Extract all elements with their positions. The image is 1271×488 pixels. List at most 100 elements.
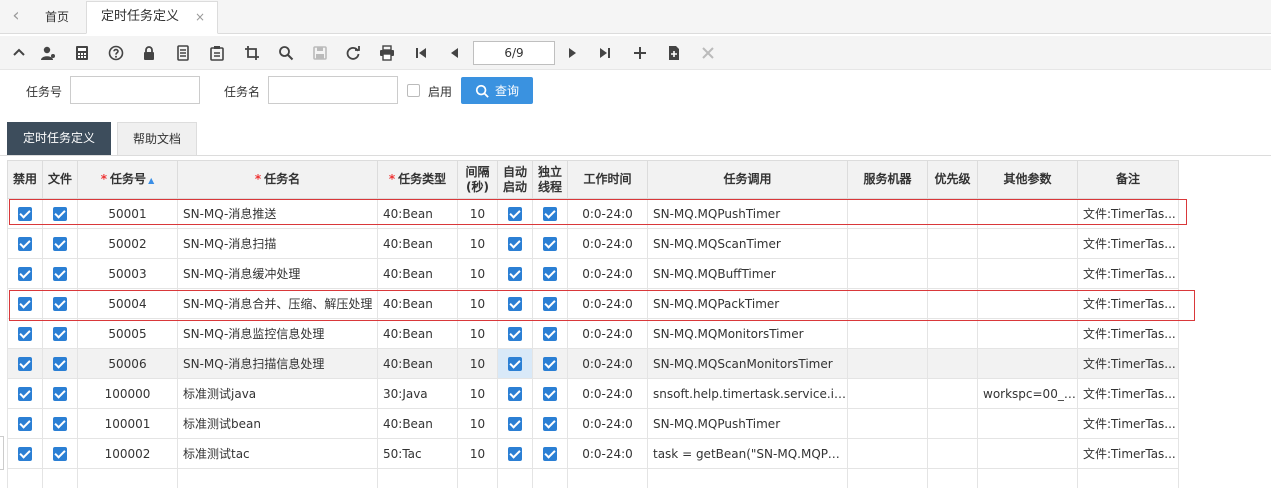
cell-priority[interactable] bbox=[927, 438, 978, 469]
col-thread[interactable]: 独立 线程 bbox=[532, 160, 568, 199]
checkbox-checked[interactable] bbox=[508, 206, 522, 221]
checkbox-checked[interactable] bbox=[18, 326, 32, 341]
cell-disabled[interactable] bbox=[7, 408, 43, 439]
cell-server[interactable] bbox=[847, 318, 928, 349]
prev-page-icon[interactable] bbox=[446, 44, 464, 62]
checkbox-checked[interactable] bbox=[53, 296, 67, 311]
cell-work-time[interactable]: 0:0-24:0 bbox=[567, 288, 648, 319]
cell-task-type[interactable]: 50:Tac bbox=[377, 438, 458, 469]
cell-params[interactable] bbox=[977, 198, 1078, 229]
checkbox-checked[interactable] bbox=[18, 266, 32, 281]
tab-definition[interactable]: 定时任务定义 bbox=[7, 122, 111, 155]
checkbox-checked[interactable] bbox=[53, 356, 67, 371]
cell-priority[interactable] bbox=[927, 318, 978, 349]
cell-auto-start[interactable] bbox=[497, 288, 533, 319]
col-task-name[interactable]: * 任务名 bbox=[177, 160, 378, 199]
tab-home[interactable]: 首页 bbox=[32, 0, 82, 34]
table-row[interactable]: 50001 SN-MQ-消息推送 40:Bean 10 0:0-24:0 SN-MQ.MQ… bbox=[7, 198, 1179, 229]
cell-file[interactable] bbox=[42, 198, 78, 229]
cell-auto-start[interactable] bbox=[497, 258, 533, 289]
checkbox-checked[interactable] bbox=[18, 386, 32, 401]
next-page-icon[interactable] bbox=[563, 44, 581, 62]
col-task-no[interactable]: * 任务号 ▲ bbox=[77, 160, 178, 199]
cell-params[interactable] bbox=[977, 408, 1078, 439]
cell-invoke[interactable]: SN-MQ.MQMonitorsTimer bbox=[647, 318, 848, 349]
cell-auto-start[interactable] bbox=[497, 228, 533, 259]
cell-task-name[interactable]: 标准测试bean bbox=[177, 408, 378, 439]
cell-task-type[interactable]: 40:Bean bbox=[377, 258, 458, 289]
cell-thread[interactable] bbox=[532, 288, 568, 319]
cell-interval[interactable]: 10 bbox=[457, 378, 498, 409]
col-invoke[interactable]: 任务调用 bbox=[647, 160, 848, 199]
cell-interval[interactable]: 10 bbox=[457, 228, 498, 259]
cell-interval[interactable]: 10 bbox=[457, 288, 498, 319]
cell-interval[interactable]: 10 bbox=[457, 348, 498, 379]
col-priority[interactable]: 优先级 bbox=[927, 160, 978, 199]
col-auto-start[interactable]: 自动 启动 bbox=[497, 160, 533, 199]
crop-icon[interactable] bbox=[243, 44, 261, 62]
checkbox-checked[interactable] bbox=[53, 206, 67, 221]
cell-file[interactable] bbox=[42, 408, 78, 439]
last-page-icon[interactable] bbox=[596, 44, 614, 62]
cell-remark[interactable]: 文件:TimerTas... bbox=[1077, 318, 1179, 349]
print-icon[interactable] bbox=[378, 44, 396, 62]
cell-task-no[interactable]: 50003 bbox=[77, 258, 178, 289]
cell-params[interactable] bbox=[977, 228, 1078, 259]
col-task-type[interactable]: * 任务类型 bbox=[377, 160, 458, 199]
cell-task-no[interactable]: 50005 bbox=[77, 318, 178, 349]
checkbox-checked[interactable] bbox=[18, 206, 32, 221]
checkbox-checked[interactable] bbox=[508, 296, 522, 311]
checkbox-checked[interactable] bbox=[543, 206, 557, 221]
cell-interval[interactable]: 10 bbox=[457, 408, 498, 439]
cell-task-type[interactable]: 40:Bean bbox=[377, 228, 458, 259]
cell-remark[interactable]: 文件:TimerTas... bbox=[1077, 258, 1179, 289]
checkbox-checked[interactable] bbox=[53, 326, 67, 341]
cell-work-time[interactable]: 0:0-24:0 bbox=[567, 408, 648, 439]
cell-priority[interactable] bbox=[927, 258, 978, 289]
cell-task-name[interactable]: 标准测试tac bbox=[177, 438, 378, 469]
cell-task-name[interactable]: 标准测试java bbox=[177, 378, 378, 409]
cell-remark[interactable]: 文件:TimerTas... bbox=[1077, 348, 1179, 379]
cell-disabled[interactable] bbox=[7, 318, 43, 349]
cell-task-no[interactable]: 100000 bbox=[77, 378, 178, 409]
col-remark[interactable]: 备注 bbox=[1077, 160, 1179, 199]
table-row[interactable]: 100002 标准测试tac 50:Tac 10 0:0-24:0 task = getB… bbox=[7, 438, 1179, 469]
cell-file[interactable] bbox=[42, 288, 78, 319]
cell-priority[interactable] bbox=[927, 408, 978, 439]
col-server[interactable]: 服务机器 bbox=[847, 160, 928, 199]
back-arrow-icon[interactable]: ‹ bbox=[6, 6, 26, 26]
table-row[interactable]: 50005 SN-MQ-消息监控信息处理 40:Bean 10 0:0-24:0 SN-M… bbox=[7, 318, 1179, 349]
page-indicator[interactable]: 6/9 bbox=[473, 41, 555, 65]
col-params[interactable]: 其他参数 bbox=[977, 160, 1078, 199]
cell-work-time[interactable]: 0:0-24:0 bbox=[567, 318, 648, 349]
table-row[interactable]: 50002 SN-MQ-消息扫描 40:Bean 10 0:0-24:0 SN-MQ.MQ… bbox=[7, 228, 1179, 259]
cell-interval[interactable]: 10 bbox=[457, 318, 498, 349]
checkbox-checked[interactable] bbox=[18, 416, 32, 431]
checkbox-checked[interactable] bbox=[18, 236, 32, 251]
cell-remark[interactable]: 文件:TimerTas... bbox=[1077, 228, 1179, 259]
cell-thread[interactable] bbox=[532, 438, 568, 469]
cell-auto-start[interactable] bbox=[497, 318, 533, 349]
cell-task-type[interactable]: 30:Java bbox=[377, 378, 458, 409]
cell-remark[interactable]: 文件:TimerTas... bbox=[1077, 408, 1179, 439]
user-icon[interactable] bbox=[39, 44, 57, 62]
cell-priority[interactable] bbox=[927, 348, 978, 379]
cell-invoke[interactable]: snsoft.help.timertask.service.impl... bbox=[647, 378, 848, 409]
query-button[interactable]: 查询 bbox=[461, 77, 533, 104]
cell-thread[interactable] bbox=[532, 378, 568, 409]
cell-file[interactable] bbox=[42, 258, 78, 289]
checkbox-checked[interactable] bbox=[508, 236, 522, 251]
enabled-checkbox[interactable] bbox=[407, 84, 420, 97]
cell-server[interactable] bbox=[847, 228, 928, 259]
cell-task-name[interactable]: SN-MQ-消息扫描信息处理 bbox=[177, 348, 378, 379]
checkbox-checked[interactable] bbox=[508, 446, 522, 461]
cell-priority[interactable] bbox=[927, 228, 978, 259]
cell-thread[interactable] bbox=[532, 258, 568, 289]
add-icon[interactable] bbox=[631, 44, 649, 62]
cell-priority[interactable] bbox=[927, 378, 978, 409]
task-no-input[interactable] bbox=[70, 76, 200, 104]
cell-task-name[interactable]: SN-MQ-消息缓冲处理 bbox=[177, 258, 378, 289]
table-row[interactable]: 50004 SN-MQ-消息合并、压缩、解压处理 40:Bean 10 0:0-24:0… bbox=[7, 288, 1179, 319]
cell-auto-start[interactable] bbox=[497, 438, 533, 469]
cell-task-name[interactable]: SN-MQ-消息扫描 bbox=[177, 228, 378, 259]
